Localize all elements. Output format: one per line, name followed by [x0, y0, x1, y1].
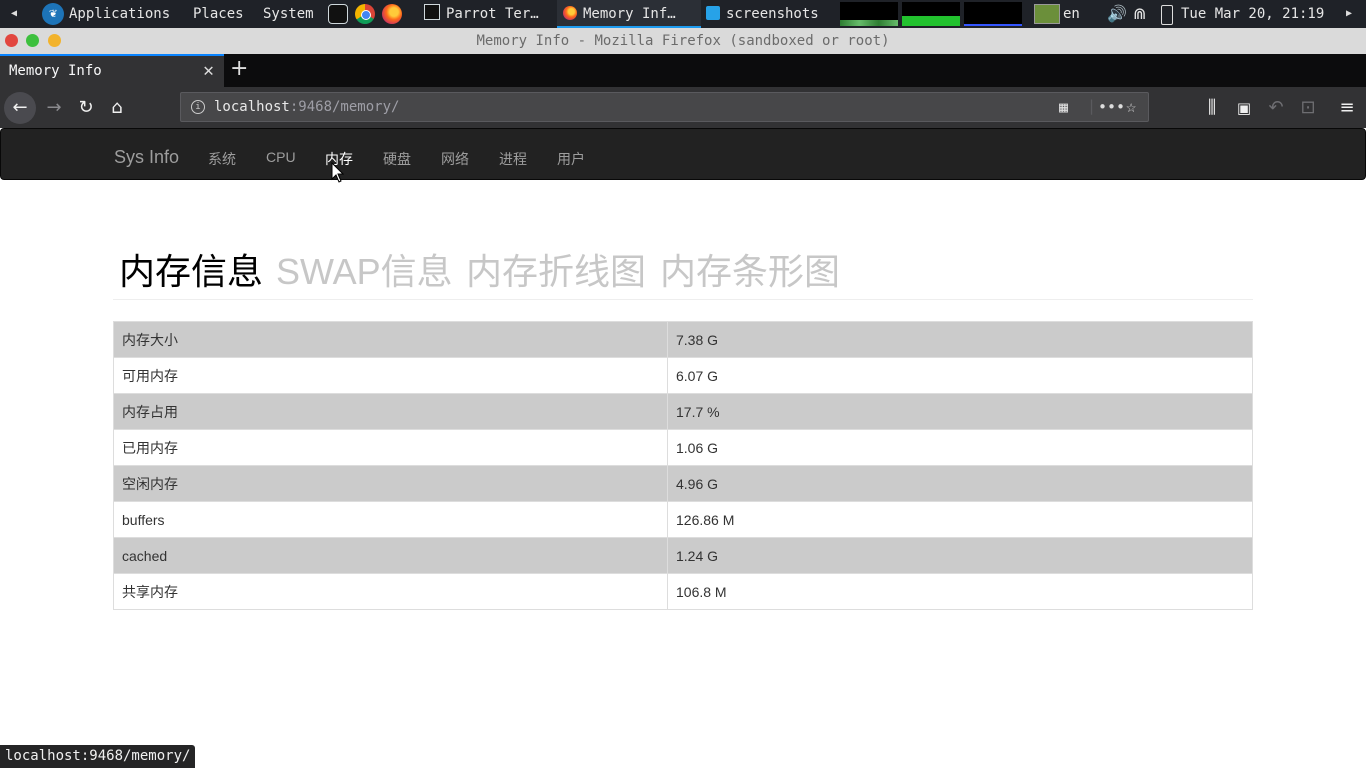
table-value: 126.86 M — [667, 501, 1253, 538]
folder-icon — [706, 6, 720, 20]
task-screenshots[interactable]: screenshots — [700, 0, 825, 28]
table-row: 已用内存 1.06 G — [113, 429, 1253, 466]
url-text[interactable]: localhost:9468/memory/ — [214, 93, 399, 121]
parrot-logo-icon[interactable]: ❦ — [42, 3, 64, 25]
maximize-window-button[interactable] — [26, 34, 39, 47]
sidebar-icon[interactable]: ▣ — [1230, 94, 1258, 122]
table-value: 7.38 G — [667, 321, 1253, 358]
terminal-icon — [424, 4, 440, 20]
reload-button[interactable]: ↻ — [72, 94, 100, 122]
nav-link-disk[interactable]: 硬盘 — [383, 149, 411, 169]
mouse-cursor-icon — [331, 162, 345, 183]
site-info-icon[interactable]: i — [191, 100, 205, 114]
desktop-panel: ◀ ❦ Applications Places System Parrot Te… — [0, 0, 1366, 28]
keyboard-icon[interactable] — [1034, 4, 1060, 24]
table-value: 4.96 G — [667, 465, 1253, 502]
nav-link-process[interactable]: 进程 — [499, 149, 527, 169]
places-menu[interactable]: Places — [193, 0, 244, 28]
link-status-bar: localhost:9468/memory/ — [0, 745, 196, 768]
table-key: 内存占用 — [113, 393, 668, 430]
nav-link-users[interactable]: 用户 — [557, 149, 585, 169]
panel-scroll-right-icon[interactable]: ▶ — [1346, 0, 1352, 28]
table-row: 共享内存 106.8 M — [113, 573, 1253, 610]
table-key: 已用内存 — [113, 429, 668, 466]
tab-memory-bar-chart[interactable]: 内存条形图 — [660, 243, 840, 295]
close-window-button[interactable] — [5, 34, 18, 47]
table-key: cached — [113, 537, 668, 574]
navigation-bar: ← → ↻ ⌂ i localhost:9468/memory/ ▦ | •••… — [0, 87, 1366, 128]
system-menu[interactable]: System — [263, 0, 314, 28]
nav-link-cpu[interactable]: CPU — [266, 149, 296, 165]
tab-memory-info-heading[interactable]: 内存信息 — [119, 243, 263, 295]
task-firefox[interactable]: Memory Inf… — [557, 0, 701, 28]
tab-strip: Memory Info ✕ + — [0, 54, 1366, 87]
close-tab-icon[interactable]: ✕ — [203, 60, 214, 81]
back-button[interactable]: ← — [4, 92, 36, 124]
qr-code-icon[interactable]: ▦ — [1059, 93, 1068, 121]
library-icon[interactable]: ⫼ — [1198, 94, 1226, 122]
brand-link[interactable]: Sys Info — [114, 147, 179, 168]
battery-icon[interactable] — [1161, 5, 1173, 25]
cpu-graph — [840, 2, 898, 26]
menu-icon[interactable]: ≡ — [1333, 94, 1361, 122]
forward-button[interactable]: → — [40, 94, 68, 122]
table-value: 17.7 % — [667, 393, 1253, 430]
tab-title: Memory Info — [9, 63, 102, 79]
chrome-launcher-icon[interactable] — [355, 4, 375, 24]
task-label: Memory Inf… — [583, 6, 676, 22]
applications-menu[interactable]: Applications — [69, 0, 170, 28]
url-host: localhost — [214, 99, 290, 115]
table-value: 106.8 M — [667, 573, 1253, 610]
table-key: 内存大小 — [113, 321, 668, 358]
task-label: Parrot Ter… — [446, 6, 539, 22]
minimize-window-button[interactable] — [48, 34, 61, 47]
nav-link-network[interactable]: 网络 — [441, 149, 469, 169]
url-divider: | — [1087, 97, 1097, 115]
table-key: 共享内存 — [113, 573, 668, 610]
tab-memory-line-chart[interactable]: 内存折线图 — [466, 243, 646, 295]
page-actions-icon[interactable]: ••• — [1098, 93, 1125, 121]
network-graph — [964, 2, 1022, 26]
keyboard-layout[interactable]: en — [1063, 0, 1080, 28]
clock[interactable]: Tue Mar 20, 21:19 — [1181, 0, 1324, 28]
firefox-icon — [563, 6, 577, 20]
memory-section-tabs: 内存信息 SWAP信息 内存折线图 内存条形图 — [113, 243, 1253, 300]
url-bar[interactable]: i localhost:9468/memory/ ▦ | ••• ☆ — [180, 92, 1149, 122]
panel-scroll-left-icon[interactable]: ◀ — [11, 0, 17, 28]
new-tab-button[interactable]: + — [230, 56, 248, 81]
table-row: 内存占用 17.7 % — [113, 393, 1253, 430]
memory-info-table: 内存大小 7.38 G 可用内存 6.07 G 内存占用 17.7 % 已用内存 1.0… — [113, 321, 1253, 610]
window-title: Memory Info - Mozilla Firefox (sandboxed… — [476, 33, 890, 49]
table-row: 内存大小 7.38 G — [113, 321, 1253, 358]
screenshot-crop-icon[interactable]: ⊡ — [1294, 94, 1322, 122]
table-key: buffers — [113, 501, 668, 538]
home-button[interactable]: ⌂ — [103, 94, 131, 122]
table-row: 空闲内存 4.96 G — [113, 465, 1253, 502]
memory-graph — [902, 2, 960, 26]
bookmark-star-icon[interactable]: ☆ — [1126, 93, 1136, 121]
nav-link-system[interactable]: 系统 — [208, 149, 236, 169]
table-row: 可用内存 6.07 G — [113, 357, 1253, 394]
volume-icon[interactable]: 🔊 — [1107, 0, 1127, 28]
url-path: :9468/memory/ — [289, 99, 400, 115]
table-value: 1.06 G — [667, 429, 1253, 466]
terminal-launcher-icon[interactable] — [328, 4, 348, 24]
table-row: cached 1.24 G — [113, 537, 1253, 574]
window-titlebar: Memory Info - Mozilla Firefox (sandboxed… — [0, 28, 1366, 54]
task-terminal[interactable]: Parrot Ter… — [418, 0, 545, 28]
table-key: 空闲内存 — [113, 465, 668, 502]
table-value: 1.24 G — [667, 537, 1253, 574]
table-row: buffers 126.86 M — [113, 501, 1253, 538]
undo-icon[interactable]: ↶ — [1262, 94, 1290, 122]
table-value: 6.07 G — [667, 357, 1253, 394]
site-navbar: Sys Info 系统 CPU 内存 硬盘 网络 进程 用户 — [0, 128, 1366, 180]
table-key: 可用内存 — [113, 357, 668, 394]
task-label: screenshots — [726, 6, 819, 22]
firefox-launcher-icon[interactable] — [382, 4, 402, 24]
tab-swap-info[interactable]: SWAP信息 — [276, 243, 453, 295]
tab-memory-info[interactable]: Memory Info ✕ — [0, 54, 224, 87]
wifi-icon[interactable]: ⋒ — [1133, 0, 1146, 28]
